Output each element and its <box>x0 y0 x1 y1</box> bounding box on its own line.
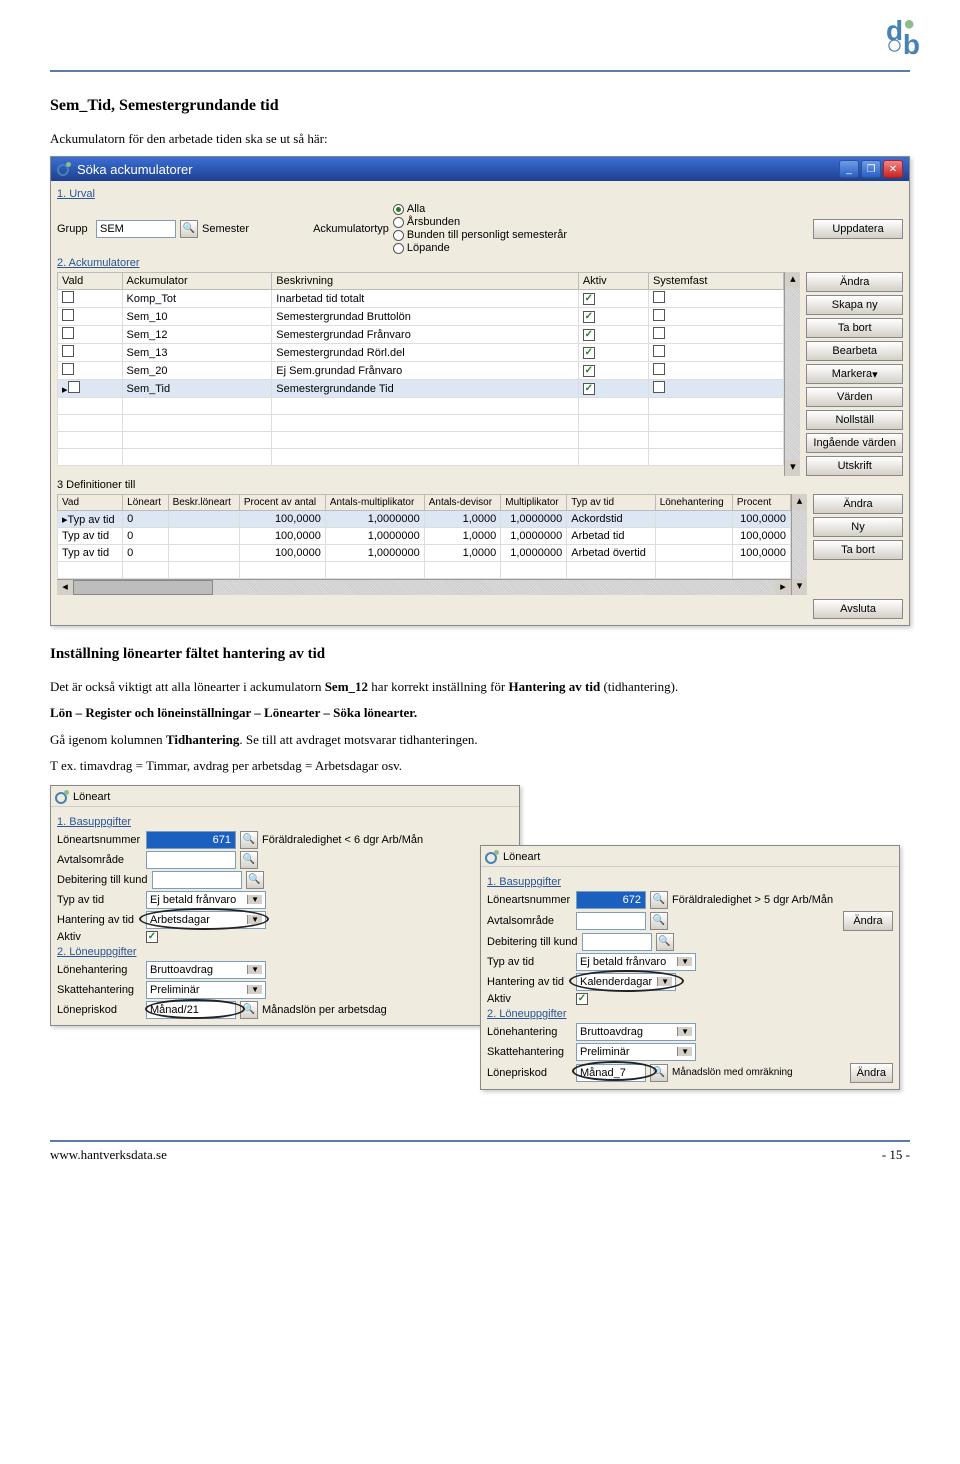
loneart-window-left: Löneart 1. Basuppgifter Löneartsnummer 🔍… <box>50 785 520 1026</box>
section-3-header: 3 Definitioner till <box>57 479 903 491</box>
lookup-button[interactable]: 🔍 <box>240 851 258 869</box>
side-buttons-col: Ändra Skapa ny Ta bort Bearbeta Markera ▾ Vär… <box>806 272 903 476</box>
num-desc: Föräldraledighet > 5 dgr Arb/Mån <box>672 894 833 906</box>
section-1: 1. Basuppgifter <box>487 876 893 888</box>
debit-input[interactable] <box>152 871 242 889</box>
värden-button[interactable]: Värden <box>806 387 903 407</box>
hantering-combo[interactable]: Arbetsdagar▼ <box>146 911 266 929</box>
loneartsnummer-input[interactable] <box>576 891 646 909</box>
titlebar: Söka ackumulatorer _ ❐ ✕ <box>51 157 909 181</box>
app-icon <box>55 790 69 804</box>
window-title: Löneart <box>73 791 110 803</box>
hantering-combo[interactable]: Kalenderdagar▼ <box>576 973 676 991</box>
andra-button[interactable]: Ändra <box>850 1063 893 1083</box>
markera-button[interactable]: Markera ▾ <box>806 364 903 384</box>
top-divider <box>50 70 910 72</box>
acktyp-radio[interactable]: Bunden till personligt semesterår <box>393 229 567 241</box>
lookup-button[interactable]: 🔍 <box>650 1064 668 1082</box>
num-desc: Föräldraledighet < 6 dgr Arb/Mån <box>262 834 423 846</box>
acktyp-label: Ackumulatortyp <box>313 223 389 235</box>
page-footer: www.hantverksdata.se - 15 - <box>50 1147 910 1163</box>
skapa-ny-button[interactable]: Skapa ny <box>806 295 903 315</box>
page-title: Sem_Tid, Semestergrundande tid <box>50 97 910 115</box>
debit-input[interactable] <box>582 933 652 951</box>
andra-button[interactable]: Ändra <box>843 911 893 931</box>
lonehant-combo[interactable]: Bruttoavdrag▼ <box>146 961 266 979</box>
exit-button[interactable]: Avsluta <box>813 599 903 619</box>
ta-bort-button[interactable]: Ta bort <box>813 540 903 560</box>
ta-bort-button[interactable]: Ta bort <box>806 318 903 338</box>
acktyp-radios: AllaÅrsbundenBunden till personligt seme… <box>393 203 567 254</box>
ändra-button[interactable]: Ändra <box>813 494 903 514</box>
grupp-lookup-button[interactable]: 🔍 <box>180 220 198 238</box>
section-2: 2. Löneuppgifter <box>487 1008 893 1020</box>
typ-combo[interactable]: Ej betald frånvaro▼ <box>146 891 266 909</box>
close-button[interactable]: ✕ <box>883 160 903 178</box>
window-title: Söka ackumulatorer <box>77 162 193 177</box>
section-2: 2. Löneuppgifter <box>57 946 513 958</box>
app-icon <box>485 850 499 864</box>
definitions-table[interactable]: VadLöneartBeskr.löneartProcent av antalA… <box>57 494 791 579</box>
minimize-button[interactable]: _ <box>839 160 859 178</box>
app-icon <box>57 162 71 176</box>
lookup-button[interactable]: 🔍 <box>650 891 668 909</box>
skatt-combo[interactable]: Preliminär▼ <box>576 1043 696 1061</box>
section-1-header: 1. Urval <box>57 188 903 200</box>
acktyp-radio[interactable]: Alla <box>393 203 567 215</box>
pris-input[interactable] <box>576 1064 646 1082</box>
scroll-up-button[interactable]: ▴ <box>792 494 807 510</box>
para-5: T ex. timavdrag = Timmar, avdrag per arb… <box>50 757 910 775</box>
grupp-label: Grupp <box>57 223 92 235</box>
brand-logo: d● ○b <box>886 15 920 79</box>
grupp-desc: Semester <box>202 223 249 235</box>
lookup-button[interactable]: 🔍 <box>240 1001 258 1019</box>
bottom-divider <box>50 1140 910 1142</box>
update-button[interactable]: Uppdatera <box>813 219 903 239</box>
maximize-button[interactable]: ❐ <box>861 160 881 178</box>
aktiv-checkbox[interactable] <box>146 931 158 943</box>
ny-button[interactable]: Ny <box>813 517 903 537</box>
lookup-button[interactable]: 🔍 <box>650 912 668 930</box>
avtal-input[interactable] <box>146 851 236 869</box>
scroll-right-button[interactable]: ▸ <box>775 580 791 595</box>
para-2: Det är också viktigt att alla lönearter … <box>50 678 910 696</box>
lonehant-combo[interactable]: Bruttoavdrag▼ <box>576 1023 696 1041</box>
loneartsnummer-input[interactable] <box>146 831 236 849</box>
scroll-down-button[interactable]: ▾ <box>792 579 807 595</box>
search-accumulators-window: Söka ackumulatorer _ ❐ ✕ 1. Urval Grupp … <box>50 156 910 626</box>
acktyp-radio[interactable]: Årsbunden <box>393 216 567 228</box>
scroll-up-button[interactable]: ▴ <box>785 272 800 288</box>
utskrift-button[interactable]: Utskrift <box>806 456 903 476</box>
typ-combo[interactable]: Ej betald frånvaro▼ <box>576 953 696 971</box>
footer-page: - 15 - <box>882 1147 910 1163</box>
para-3: Lön – Register och löneinställningar – L… <box>50 704 910 722</box>
section-2-header: 2. Ackumulatorer <box>57 257 903 269</box>
bearbeta-button[interactable]: Bearbeta <box>806 341 903 361</box>
skatt-combo[interactable]: Preliminär▼ <box>146 981 266 999</box>
grupp-input[interactable] <box>96 220 176 238</box>
para-4: Gå igenom kolumnen Tidhantering. Se till… <box>50 731 910 749</box>
footer-url: www.hantverksdata.se <box>50 1147 167 1163</box>
acktyp-radio[interactable]: Löpande <box>393 242 567 254</box>
ändra-button[interactable]: Ändra <box>806 272 903 292</box>
lookup-button[interactable]: 🔍 <box>246 871 264 889</box>
ingående-värden-button[interactable]: Ingående värden <box>806 433 903 453</box>
avtal-input[interactable] <box>576 912 646 930</box>
scroll-down-button[interactable]: ▾ <box>785 460 800 476</box>
lookup-button[interactable]: 🔍 <box>656 933 674 951</box>
loneart-window-right: Löneart 1. Basuppgifter Löneartsnummer 🔍… <box>480 845 900 1090</box>
scroll-left-button[interactable]: ◂ <box>57 580 73 595</box>
lookup-button[interactable]: 🔍 <box>240 831 258 849</box>
pris-input[interactable] <box>146 1001 236 1019</box>
window-title: Löneart <box>503 851 540 863</box>
accumulators-table[interactable]: ValdAckumulatorBeskrivningAktivSystemfas… <box>57 272 784 466</box>
aktiv-checkbox[interactable] <box>576 993 588 1005</box>
intro-text: Ackumulatorn för den arbetade tiden ska … <box>50 130 910 148</box>
side-buttons-col-3: Ändra Ny Ta bort <box>813 494 903 595</box>
nollställ-button[interactable]: Nollställ <box>806 410 903 430</box>
section-heading-2: Inställning lönearter fältet hantering a… <box>50 646 910 663</box>
section-1: 1. Basuppgifter <box>57 816 513 828</box>
